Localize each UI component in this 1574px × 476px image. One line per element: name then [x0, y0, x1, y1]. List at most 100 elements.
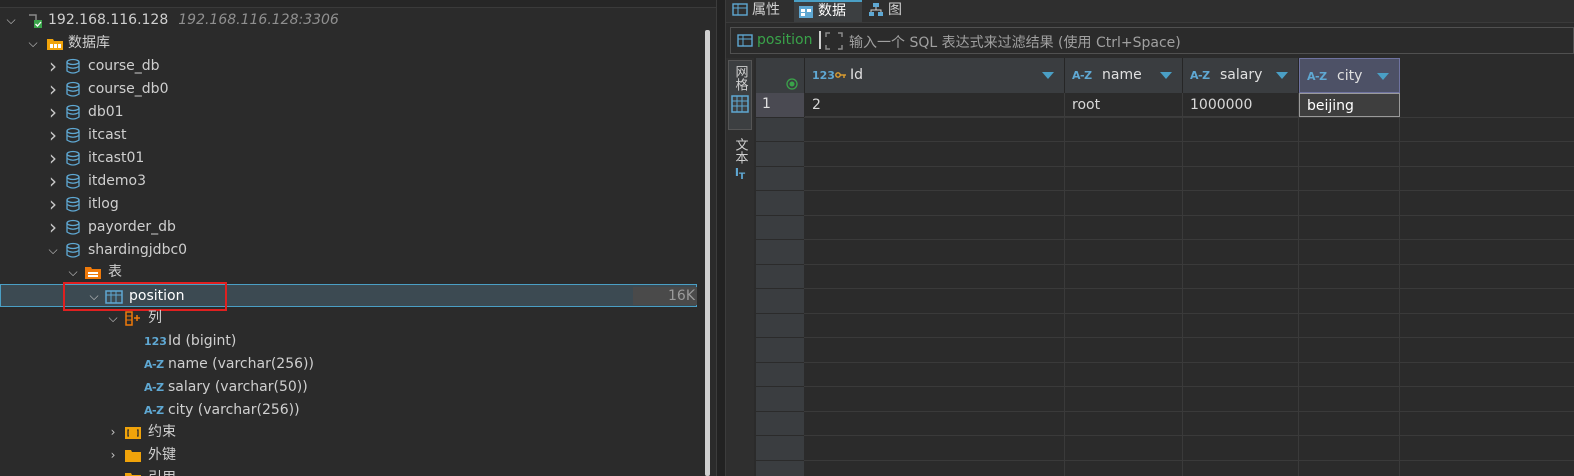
column-header-label: salary	[1220, 67, 1263, 83]
column-header-city[interactable]: A-Z city	[1299, 58, 1400, 93]
chevron-right-icon[interactable]: ›	[46, 170, 60, 193]
chevron-right-icon[interactable]: ›	[46, 101, 60, 124]
filter-input[interactable]: 输入一个 SQL 表达式来过滤结果 (使用 Ctrl+Space)	[849, 32, 1181, 52]
row-number[interactable]	[756, 142, 804, 167]
text-type-icon: A-Z	[1072, 69, 1092, 82]
chevron-right-icon[interactable]: ›	[106, 421, 120, 444]
tree-database-db01[interactable]: › db01	[0, 101, 700, 124]
filter-table-name: position	[757, 32, 813, 48]
tree-column[interactable]: A-Z salary (varchar(50))	[0, 376, 700, 399]
row-number[interactable]	[756, 362, 804, 387]
grid-cell[interactable]: 2	[805, 93, 1065, 117]
chevron-down-icon[interactable]: ⌵	[106, 307, 120, 330]
row-number[interactable]	[756, 436, 804, 461]
tree-database-course_db[interactable]: › course_db	[0, 55, 700, 78]
database-label: course_db0	[88, 81, 169, 97]
chevron-down-icon[interactable]: ⌵	[46, 239, 60, 262]
column-header-id[interactable]: 123 Id	[805, 58, 1065, 93]
row-number[interactable]	[756, 313, 804, 338]
column-header-name[interactable]: A-Z name	[1065, 58, 1183, 93]
chevron-right-icon[interactable]: ›	[46, 78, 60, 101]
chevron-down-icon[interactable]: ⌵	[4, 9, 18, 32]
tree-databases-folder[interactable]: ⌵ 数据库	[0, 32, 700, 55]
row-number[interactable]	[756, 191, 804, 216]
sort-filter-icon[interactable]	[1160, 72, 1172, 79]
row-number[interactable]	[756, 387, 804, 412]
tree-database-itlog[interactable]: › itlog	[0, 193, 700, 216]
chevron-right-icon[interactable]: ›	[46, 55, 60, 78]
references-folder-icon	[124, 470, 142, 476]
navigator-filter-strip[interactable]	[0, 0, 716, 8]
tree-references-folder[interactable]: 引用	[0, 467, 700, 476]
constraints-folder-label: 约束	[148, 424, 176, 440]
key-icon	[835, 58, 847, 92]
tab-data[interactable]: 数据	[794, 0, 862, 22]
tree-database-shardingjdbc0[interactable]: ⌵ shardingjdbc0	[0, 239, 700, 262]
grid-cell[interactable]: beijing	[1299, 93, 1400, 117]
row-number[interactable]	[756, 338, 804, 363]
table-size: 16K	[633, 287, 697, 305]
sort-filter-icon[interactable]	[1042, 72, 1054, 79]
filter-bar[interactable]: position 输入一个 SQL 表达式来过滤结果 (使用 Ctrl+Spac…	[730, 27, 1574, 54]
grid-line	[804, 214, 1574, 216]
chevron-right-icon[interactable]: ›	[106, 444, 120, 467]
tree-database-course_db0[interactable]: › course_db0	[0, 78, 700, 101]
tree-database-itdemo3[interactable]: › itdemo3	[0, 170, 700, 193]
tree-database-itcast[interactable]: › itcast	[0, 124, 700, 147]
tree-column[interactable]: A-Z name (varchar(256))	[0, 353, 700, 376]
row-number[interactable]	[756, 460, 804, 476]
row-number[interactable]	[756, 215, 804, 240]
tree-column[interactable]: 123 Id (bigint)	[0, 330, 700, 353]
column-header-salary[interactable]: A-Z salary	[1183, 58, 1299, 93]
chevron-right-icon[interactable]: ›	[46, 124, 60, 147]
row-number[interactable]	[756, 289, 804, 314]
connection-label: 192.168.116.128	[48, 12, 169, 28]
chevron-down-icon[interactable]: ⌵	[26, 32, 40, 55]
grid-cell[interactable]: 1000000	[1183, 93, 1299, 117]
chevron-right-icon[interactable]: ›	[46, 216, 60, 239]
row-number[interactable]	[756, 117, 804, 142]
grid-cell[interactable]: root	[1065, 93, 1183, 117]
tab-diagram[interactable]: 图	[864, 0, 914, 22]
tables-folder-icon	[84, 264, 102, 281]
row-number[interactable]	[756, 166, 804, 191]
view-tab-text[interactable]: 文本 IT	[728, 138, 752, 198]
columns-folder-label: 列	[148, 310, 162, 326]
tree-column[interactable]: A-Z city (varchar(256))	[0, 399, 700, 422]
tab-properties-label: 属性	[752, 2, 780, 18]
expand-icon[interactable]	[825, 32, 843, 54]
tree-database-payorder_db[interactable]: › payorder_db	[0, 216, 700, 239]
text-cursor	[819, 31, 821, 49]
grid-line	[804, 165, 1574, 167]
database-label: itcast01	[88, 150, 145, 166]
panel-splitter[interactable]	[716, 0, 726, 476]
database-icon	[64, 81, 82, 98]
tab-properties[interactable]: 属性	[728, 0, 794, 22]
chevron-right-icon[interactable]: ›	[46, 193, 60, 216]
row-number[interactable]: 1	[756, 93, 804, 118]
column-label: Id (bigint)	[168, 333, 237, 349]
row-number[interactable]	[756, 411, 804, 436]
view-tab-grid[interactable]: 网格	[728, 60, 752, 130]
sort-filter-icon[interactable]	[1276, 72, 1288, 79]
row-number-label: 1	[762, 96, 771, 112]
row-number[interactable]	[756, 240, 804, 265]
tree-foreign-keys-folder[interactable]: › 外键	[0, 444, 700, 467]
chevron-down-icon[interactable]: ⌵	[66, 261, 80, 284]
tree-columns-folder[interactable]: ⌵ 列	[0, 307, 700, 330]
tree-constraints-folder[interactable]: › 约束	[0, 421, 700, 444]
chevron-right-icon[interactable]: ›	[46, 147, 60, 170]
navigator-scrollbar[interactable]	[705, 30, 710, 476]
view-tab-grid-label: 网格	[732, 65, 748, 91]
tree-connection[interactable]: ⌵ 192.168.116.128 192.168.116.128:3306	[0, 9, 700, 32]
numeric-type-icon: 123	[812, 69, 835, 82]
text-type-icon: A-Z	[144, 404, 164, 417]
grid-line	[1064, 93, 1065, 476]
tree-tables-folder[interactable]: ⌵ 表	[0, 261, 700, 284]
sort-filter-icon[interactable]	[1377, 73, 1389, 80]
databases-folder-icon	[46, 35, 64, 52]
tree-database-itcast01[interactable]: › itcast01	[0, 147, 700, 170]
grid-line	[804, 312, 1574, 314]
references-folder-label: 引用	[148, 467, 176, 476]
row-number[interactable]	[756, 264, 804, 289]
